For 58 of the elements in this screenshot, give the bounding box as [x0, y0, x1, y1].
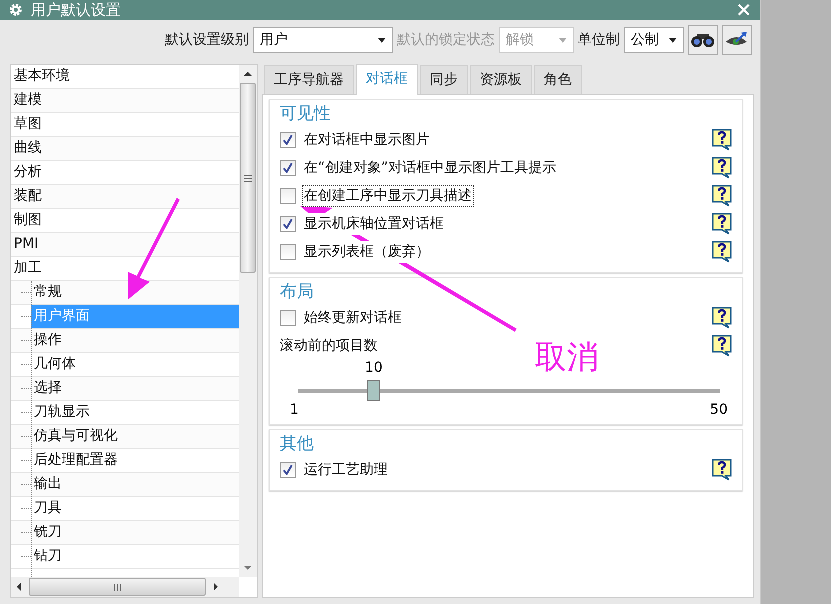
help-icon[interactable]: [712, 335, 732, 357]
checkbox[interactable]: [280, 310, 296, 326]
tree-item[interactable]: 刀具: [31, 497, 239, 520]
checkbox[interactable]: [280, 216, 296, 232]
tree-item[interactable]: 分析: [11, 161, 42, 184]
checkbox-label: 显示机床轴位置对话框: [302, 213, 446, 235]
slider-value: 10: [365, 360, 383, 376]
lock-label: 默认的锁定状态: [397, 31, 495, 49]
checkbox-label: 在创建工序中显示刀具描述: [302, 185, 474, 207]
help-icon[interactable]: [712, 307, 732, 329]
tree-item[interactable]: 装配: [11, 185, 42, 208]
tree-item[interactable]: 建模: [11, 89, 42, 112]
help-icon[interactable]: [712, 129, 732, 151]
tree-item[interactable]: 草图: [11, 113, 42, 136]
tab[interactable]: 角色: [534, 65, 582, 94]
gear-icon: [9, 3, 23, 17]
tree-item[interactable]: 刀轨显示: [31, 401, 239, 424]
tree-item[interactable]: 曲线: [11, 137, 42, 160]
tree-item[interactable]: 后处理配置器: [31, 449, 239, 472]
checkbox[interactable]: [280, 244, 296, 260]
slider-thumb[interactable]: [367, 380, 380, 401]
close-icon[interactable]: [738, 4, 750, 16]
help-icon[interactable]: [712, 157, 732, 179]
checkbox[interactable]: [280, 160, 296, 176]
tab[interactable]: 对话框: [356, 64, 418, 95]
section-title: 布局: [280, 281, 315, 304]
tree-item[interactable]: 加工: [11, 257, 42, 280]
tab[interactable]: 同步: [420, 65, 468, 94]
section-title: 其他: [280, 433, 315, 456]
vertical-scrollbar[interactable]: [239, 65, 257, 577]
slider-label: 滚动前的项目数: [280, 337, 378, 355]
help-icon[interactable]: [712, 213, 732, 235]
tab[interactable]: 资源板: [470, 65, 532, 94]
tree-item[interactable]: PMI: [11, 233, 39, 256]
tree-item[interactable]: 钻刀: [31, 545, 239, 568]
binoculars-button[interactable]: [688, 25, 718, 55]
eye-arrow-button[interactable]: [722, 25, 752, 55]
checkbox[interactable]: [280, 462, 296, 478]
tab[interactable]: 工序导航器: [264, 65, 354, 94]
tree-item[interactable]: 几何体: [31, 353, 239, 376]
unit-label: 单位制: [578, 31, 620, 49]
tree-item[interactable]: 基本环境: [11, 65, 70, 88]
section-title: 可见性: [280, 103, 332, 126]
level-dropdown[interactable]: 用户: [253, 27, 393, 53]
slider-max-label: 50: [710, 402, 728, 418]
checkbox[interactable]: [280, 188, 296, 204]
checkbox[interactable]: [280, 132, 296, 148]
level-label: 默认设置级别: [165, 31, 249, 49]
tree-item[interactable]: 制图: [11, 209, 42, 232]
help-icon[interactable]: [712, 241, 732, 263]
unit-dropdown[interactable]: 公制: [624, 27, 684, 53]
window-title: 用户默认设置: [31, 0, 122, 20]
binoculars-icon: [691, 31, 715, 49]
help-icon[interactable]: [712, 185, 732, 207]
slider-min-label: 1: [290, 402, 299, 418]
help-icon[interactable]: [712, 459, 732, 481]
horizontal-scrollbar[interactable]: [11, 577, 239, 597]
annotation-text: 取消: [535, 337, 599, 378]
